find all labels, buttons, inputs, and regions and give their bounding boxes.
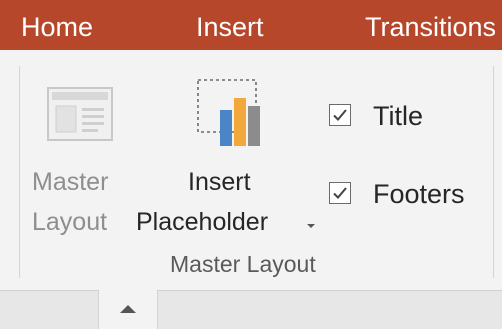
title-checkbox-label: Title bbox=[373, 101, 424, 131]
tab-insert[interactable]: Insert bbox=[196, 10, 264, 44]
tab-home[interactable]: Home bbox=[21, 10, 93, 44]
master-layout-button[interactable]: Master Layout bbox=[22, 74, 142, 244]
insert-placeholder-label-line2: Placeholder bbox=[136, 208, 269, 236]
master-layout-label-line2: Layout bbox=[32, 208, 108, 236]
group-separator bbox=[493, 66, 494, 278]
collapse-ribbon-button[interactable] bbox=[98, 290, 158, 329]
title-checkbox[interactable] bbox=[329, 104, 351, 126]
chevron-up-icon bbox=[120, 305, 136, 313]
ribbon-bottom-strip bbox=[0, 290, 502, 329]
insert-placeholder-label-line1: Insert bbox=[188, 168, 251, 196]
master-layout-icon bbox=[47, 87, 113, 141]
insert-placeholder-icon bbox=[197, 79, 260, 146]
checkmark-icon bbox=[333, 109, 347, 121]
footers-checkbox-label: Footers bbox=[373, 179, 465, 209]
checkmark-icon bbox=[333, 187, 347, 199]
insert-placeholder-button[interactable]: Insert Placeholder bbox=[136, 74, 318, 244]
chevron-down-icon[interactable] bbox=[306, 223, 316, 229]
ribbon-left-divider bbox=[19, 66, 20, 278]
ribbon-tab-bar: Home Insert Transitions bbox=[0, 0, 502, 50]
ribbon-window: Home Insert Transitions Master Layout In… bbox=[0, 0, 502, 329]
tab-transitions[interactable]: Transitions bbox=[365, 10, 496, 44]
footers-checkbox[interactable] bbox=[329, 182, 351, 204]
master-layout-label-line1: Master bbox=[32, 168, 109, 196]
group-label: Master Layout bbox=[170, 251, 316, 277]
